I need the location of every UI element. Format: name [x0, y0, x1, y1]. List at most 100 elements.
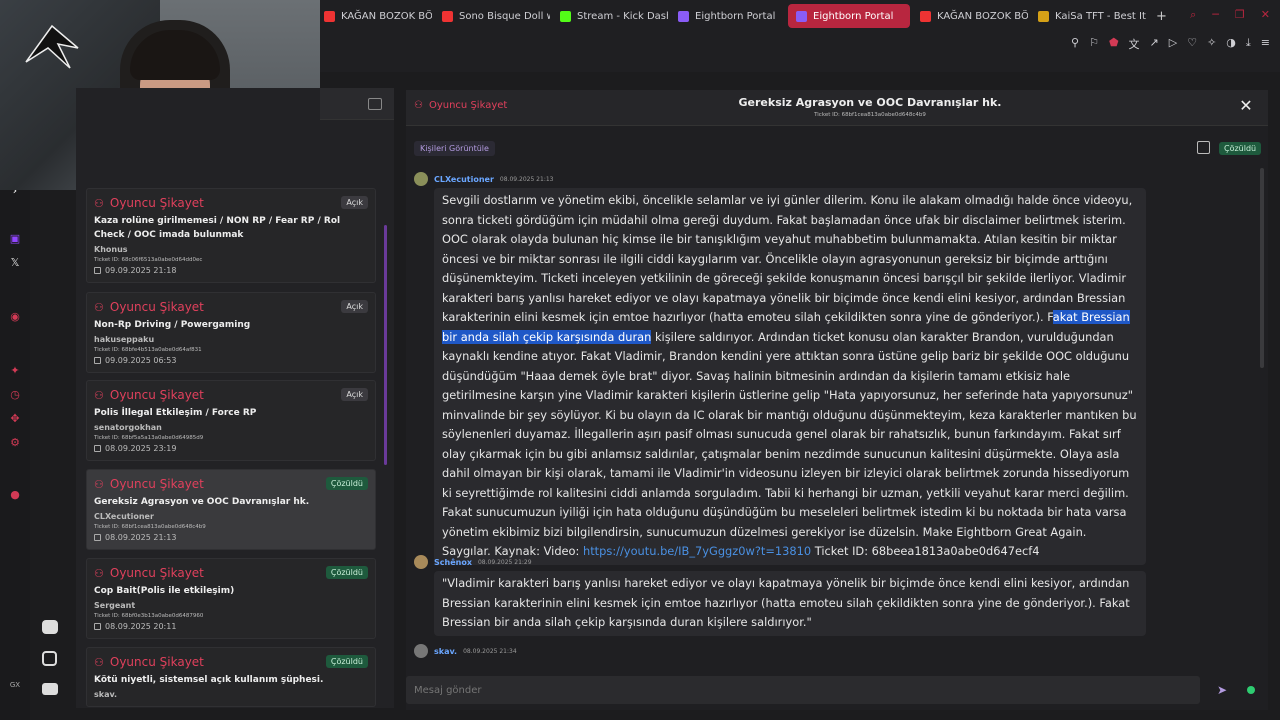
ticket-list-scrollbar[interactable]: [384, 125, 388, 685]
ticket-category: ⚇ Oyuncu Şikayet: [94, 300, 368, 314]
message-time: 08.09.2025 21:29: [477, 558, 532, 566]
download-icon[interactable]: ⤓: [1246, 36, 1251, 50]
ticket-user: hakuseppaku: [94, 335, 155, 344]
restore-icon[interactable]: ❐: [1235, 8, 1245, 22]
ticket-date-label: 08.09.2025 20:11: [105, 622, 177, 631]
menu-icon[interactable]: ≡: [1261, 36, 1270, 50]
chat-title: Gereksiz Agrasyon ve OOC Davranışlar hk.: [738, 96, 1002, 109]
person-alert-icon: ⚇: [94, 655, 104, 669]
ticket-user: Sergeant: [94, 601, 136, 610]
ticket-date-label: 08.09.2025 23:19: [105, 444, 177, 453]
message-input[interactable]: [406, 676, 1200, 704]
tab-label: Sono Bisque Doll wa Ko: [459, 10, 550, 22]
streamer-logo-icon: [25, 24, 79, 69]
close-icon[interactable]: ✕: [1238, 98, 1254, 114]
ticket-id: Ticket ID: 68bf5a5a13a0abe0d64985d9: [94, 435, 204, 441]
x-icon[interactable]: 𝕏: [8, 256, 22, 270]
browser-tab[interactable]: Eightborn Portal: [670, 4, 786, 28]
record-icon[interactable]: ◉: [8, 310, 22, 324]
ticket-title: Cop Bait(Polis ile etkileşim): [94, 586, 235, 596]
avatar: [414, 644, 428, 658]
youtube-icon[interactable]: [42, 683, 58, 695]
ticket-category-label: Oyuncu Şikayet: [109, 196, 204, 210]
gx-icon[interactable]: GX: [8, 678, 22, 692]
favicon-icon: [442, 10, 453, 22]
browser-tab[interactable]: Eightborn Portal: [788, 4, 910, 28]
calendar-icon[interactable]: [1197, 141, 1210, 154]
message-time: 08.09.2025 21:13: [499, 175, 554, 183]
bookmark-icon[interactable]: ⚐: [1089, 36, 1099, 50]
play-icon[interactable]: ▷: [1169, 36, 1177, 50]
status-badge[interactable]: Çözüldü: [1219, 142, 1262, 155]
calendar-icon: [94, 357, 101, 364]
pin-sidebar-icon[interactable]: ✦: [8, 364, 22, 378]
message-author[interactable]: CLXecutioner: [434, 175, 494, 184]
tab-label: KAĞAN BOZOK BÖLÜM: [937, 10, 1028, 22]
heart-icon[interactable]: ♡: [1187, 36, 1197, 50]
settings-icon[interactable]: ⚙: [8, 436, 22, 450]
tab-label: KAĞAN BOZOK BÖLÜM: [341, 10, 432, 22]
dot-icon[interactable]: ●: [8, 488, 22, 502]
ticket-user: skav.: [94, 690, 118, 699]
chat-scrollbar[interactable]: [1260, 168, 1264, 368]
ticket-card[interactable]: ⚇ Oyuncu Şikayet Açık Non-Rp Driving / Powe…: [86, 292, 376, 373]
ticket-card[interactable]: ⚇ Oyuncu Şikayet Çözüldü Kötü niyetli, sist…: [86, 647, 376, 707]
ticket-title: Polis İllegal Etkileşim / Force RP: [94, 408, 257, 418]
status-badge: Çözüldü: [325, 655, 368, 668]
person-alert-icon: ⚇: [94, 388, 104, 402]
ticket-card[interactable]: ⚇ Oyuncu Şikayet Çözüldü Cop Bait(Polis ile…: [86, 558, 376, 639]
message-header: skav. 08.09.2025 21:34: [414, 644, 517, 658]
calendar-icon: [94, 534, 101, 541]
minimize-icon[interactable]: ─: [1212, 8, 1219, 22]
browser-tab[interactable]: KaiSa TFT - Best Items: [1030, 4, 1146, 28]
close-window-icon[interactable]: ✕: [1261, 8, 1270, 22]
ticket-card[interactable]: ⚇ Oyuncu Şikayet Açık Polis İllegal Etkileş…: [86, 380, 376, 461]
clock-icon[interactable]: ◷: [8, 388, 22, 402]
search-icon[interactable]: ⌕: [1190, 8, 1196, 22]
video-link[interactable]: https://youtu.be/IB_7yGggz0w?t=13810: [583, 544, 811, 558]
filter-icon[interactable]: [368, 98, 382, 110]
view-people-button[interactable]: Kişileri Görüntüle: [414, 141, 495, 156]
tab-label: Stream - Kick Dashboard: [577, 10, 668, 22]
ticket-date: 08.09.2025 23:19: [94, 444, 368, 453]
ticket-list-header: [320, 88, 394, 120]
message-author[interactable]: Schênox: [434, 558, 472, 567]
shield-icon[interactable]: ⬟: [1109, 36, 1119, 50]
extensions-icon[interactable]: ✧: [1207, 36, 1216, 50]
person-alert-icon: ⚇: [414, 100, 423, 111]
browser-tab[interactable]: Stream - Kick Dashboard: [552, 4, 668, 28]
tab-label: Eightborn Portal: [813, 10, 894, 22]
ticket-title: Kötü niyetli, sistemsel açık kullanım şü…: [94, 675, 324, 685]
calendar-icon: [94, 445, 101, 452]
browser-tab[interactable]: KAĞAN BOZOK BÖLÜM: [912, 4, 1028, 28]
ticket-user: senatorgokhan: [94, 423, 162, 432]
message-time: 08.09.2025 21:34: [463, 647, 517, 655]
ticket-date: 09.09.2025 06:53: [94, 356, 368, 365]
translate-icon[interactable]: 文: [1129, 36, 1140, 51]
puzzle-icon[interactable]: ✥: [8, 412, 22, 426]
profile-icon[interactable]: ◑: [1226, 36, 1236, 50]
person-alert-icon: ⚇: [94, 566, 104, 580]
favicon-icon: [796, 10, 807, 22]
favicon-icon: [324, 10, 335, 22]
message-author[interactable]: skav.: [434, 647, 457, 656]
twitch-icon[interactable]: ▣: [8, 232, 22, 246]
avatar: [414, 172, 428, 186]
ticket-card[interactable]: ⚇ Oyuncu Şikayet Çözüldü Gereksiz Agrasyon …: [86, 469, 376, 550]
ticket-title: Gereksiz Agrasyon ve OOC Davranışlar hk.: [94, 497, 310, 507]
online-status-icon: [1247, 686, 1255, 694]
scrollbar-thumb[interactable]: [384, 225, 387, 465]
instagram-icon[interactable]: [42, 651, 57, 666]
status-badge: Açık: [341, 388, 368, 401]
share-icon[interactable]: ↗: [1150, 36, 1159, 50]
browser-tab[interactable]: Sono Bisque Doll wa Ko: [434, 4, 550, 28]
send-icon[interactable]: ➤: [1208, 676, 1236, 704]
chat-category: ⚇ Oyuncu Şikayet: [414, 100, 507, 111]
pin-icon[interactable]: ⚲: [1071, 36, 1079, 50]
discord-icon[interactable]: [42, 620, 58, 634]
browser-tab[interactable]: KAĞAN BOZOK BÖLÜM: [316, 4, 432, 28]
ticket-date: 08.09.2025 20:11: [94, 622, 368, 631]
new-tab-button[interactable]: +: [1156, 9, 1167, 24]
favicon-icon: [1038, 10, 1049, 22]
ticket-card[interactable]: ⚇ Oyuncu Şikayet Açık Kaza rolüne girilmeme…: [86, 188, 376, 283]
